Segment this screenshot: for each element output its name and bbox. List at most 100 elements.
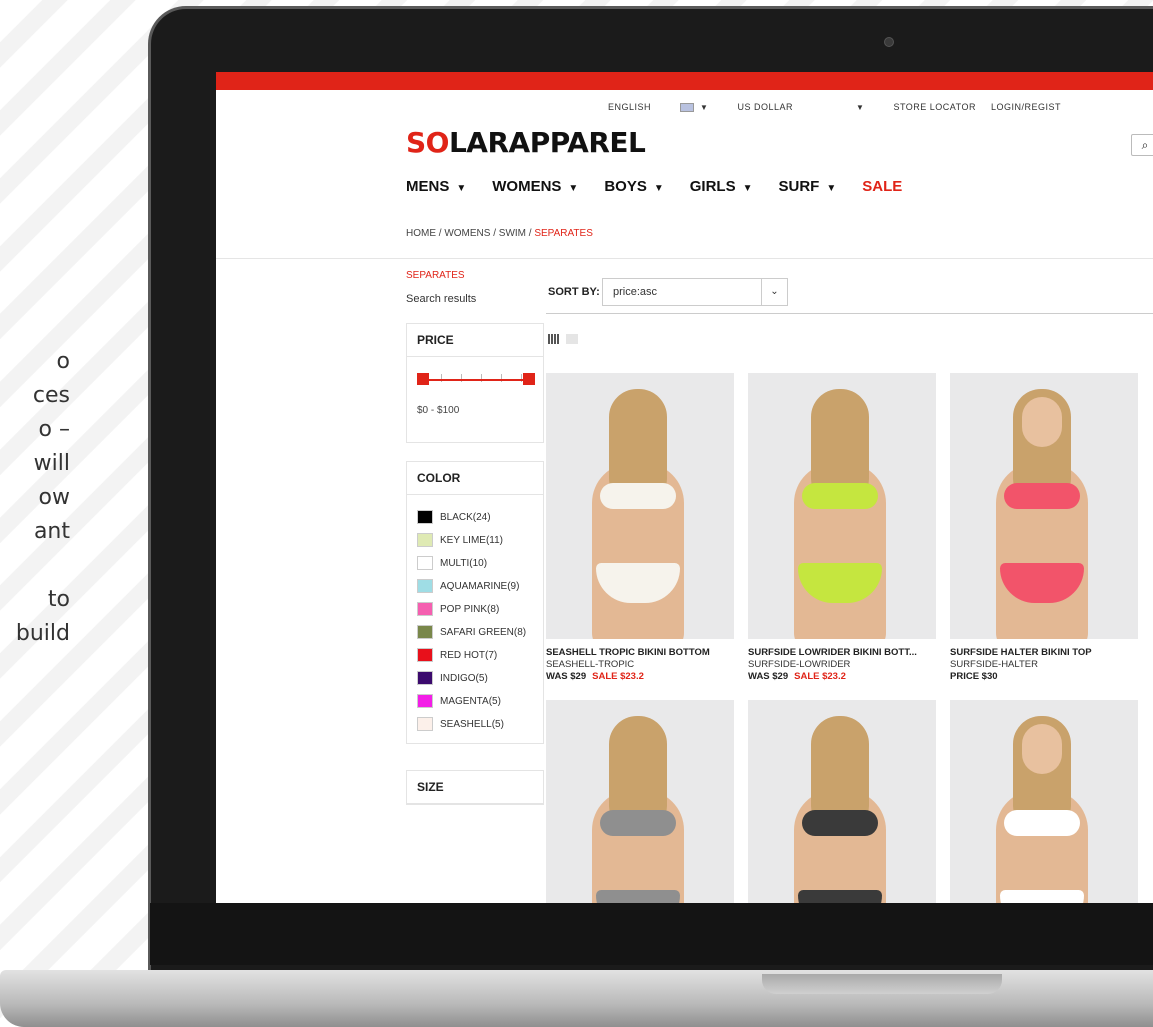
product-image[interactable] bbox=[546, 373, 734, 639]
swimsuit-top bbox=[600, 483, 676, 509]
utility-bar: ENGLISH ▼ US DOLLAR ▼ STORE LOCATOR LOGI… bbox=[608, 102, 1087, 113]
color-option[interactable]: RED HOT(7) bbox=[417, 645, 533, 665]
price-slider[interactable] bbox=[417, 365, 535, 399]
color-label: INDIGO(5) bbox=[440, 672, 488, 684]
price-regular: WAS $29 bbox=[546, 671, 587, 682]
color-facet-title[interactable]: COLOR bbox=[407, 462, 543, 495]
nav-label: MENS bbox=[406, 178, 450, 195]
color-option[interactable]: MAGENTA(5) bbox=[417, 691, 533, 711]
login-link[interactable]: LOGIN/REGIST bbox=[991, 102, 1061, 112]
logo-text: LARAPPAREL bbox=[448, 126, 646, 159]
color-option[interactable]: KEY LIME(11) bbox=[417, 530, 533, 550]
swimsuit-bottom bbox=[798, 890, 882, 903]
nav-boys[interactable]: BOYS ▼ bbox=[604, 178, 663, 195]
product-card[interactable]: SEASHELL TROPIC BIKINI BOTTOM SEASHELL-TR… bbox=[546, 373, 734, 682]
store-locator-link[interactable]: STORE LOCATOR bbox=[893, 102, 976, 112]
size-facet-title[interactable]: SIZE bbox=[407, 771, 543, 804]
color-swatch bbox=[417, 717, 433, 731]
currency-caret[interactable]: ▼ bbox=[856, 102, 864, 112]
breadcrumb-current: SEPARATES bbox=[534, 228, 593, 239]
side-text-line: ant bbox=[33, 519, 70, 544]
list-view-icon[interactable] bbox=[566, 334, 578, 344]
product-price: PRICE $30 bbox=[950, 671, 1138, 682]
product-card[interactable] bbox=[546, 700, 734, 903]
price-facet: PRICE $0 - $100 bbox=[406, 323, 544, 443]
caret-down-icon: ▼ bbox=[856, 103, 865, 112]
flag-select[interactable]: ▼ bbox=[680, 102, 708, 113]
product-card[interactable] bbox=[748, 700, 936, 903]
side-text-line: o – bbox=[38, 417, 70, 442]
swimsuit-top bbox=[802, 810, 878, 836]
product-image[interactable] bbox=[950, 700, 1138, 903]
product-name[interactable]: SURFSIDE LOWRIDER BIKINI BOTT... bbox=[748, 647, 936, 658]
nav-mens[interactable]: MENS ▼ bbox=[406, 178, 466, 195]
color-option[interactable]: SEASHELL(5) bbox=[417, 714, 533, 734]
caret-down-icon: ▼ bbox=[742, 183, 753, 194]
product-image[interactable] bbox=[748, 700, 936, 903]
brand-logo[interactable]: SOLARAPPAREL bbox=[406, 126, 646, 159]
model-silhouette bbox=[1022, 724, 1062, 774]
category-link[interactable]: SEPARATES bbox=[406, 270, 544, 281]
color-swatch bbox=[417, 556, 433, 570]
product-card[interactable]: SURFSIDE LOWRIDER BIKINI BOTT... SURFSIDE… bbox=[748, 373, 936, 682]
filter-sidebar: SEPARATES Search results PRICE $0 - $100… bbox=[406, 270, 544, 805]
sort-select[interactable]: price:asc ⌄ bbox=[602, 278, 788, 306]
sort-value: price:asc bbox=[613, 286, 658, 298]
search-icon: ⌕ bbox=[1141, 137, 1149, 152]
color-swatch bbox=[417, 671, 433, 685]
search-button[interactable]: ⌕ bbox=[1131, 134, 1153, 156]
swimsuit-top bbox=[600, 810, 676, 836]
view-toggle bbox=[548, 334, 584, 347]
price-sale: SALE $23.2 bbox=[592, 671, 644, 682]
nav-surf[interactable]: SURF ▼ bbox=[779, 178, 837, 195]
color-option[interactable]: INDIGO(5) bbox=[417, 668, 533, 688]
color-option[interactable]: POP PINK(8) bbox=[417, 599, 533, 619]
product-price: WAS $29 SALE $23.2 bbox=[748, 671, 936, 682]
color-option[interactable]: AQUAMARINE(9) bbox=[417, 576, 533, 596]
product-name[interactable]: SURFSIDE HALTER BIKINI TOP bbox=[950, 647, 1138, 658]
size-facet: SIZE bbox=[406, 770, 544, 805]
product-image[interactable] bbox=[950, 373, 1138, 639]
header-divider bbox=[216, 258, 1153, 259]
language-select[interactable]: ENGLISH bbox=[608, 102, 651, 112]
nav-sale[interactable]: SALE bbox=[862, 178, 902, 195]
breadcrumb-path[interactable]: HOME / WOMENS / SWIM / bbox=[406, 228, 534, 239]
grid-view-icon[interactable] bbox=[548, 334, 560, 344]
color-option[interactable]: MULTI(10) bbox=[417, 553, 533, 573]
color-swatch bbox=[417, 625, 433, 639]
nav-womens[interactable]: WOMENS ▼ bbox=[492, 178, 578, 195]
currency-select[interactable]: US DOLLAR bbox=[737, 102, 793, 112]
color-label: MAGENTA(5) bbox=[440, 695, 501, 707]
nav-label: BOYS bbox=[604, 178, 647, 195]
side-text-gap bbox=[0, 549, 70, 583]
color-swatch bbox=[417, 510, 433, 524]
nav-label: SURF bbox=[778, 178, 820, 195]
swimsuit-top bbox=[802, 483, 878, 509]
model-silhouette bbox=[1022, 397, 1062, 447]
product-image[interactable] bbox=[748, 373, 936, 639]
product-sku: SURFSIDE-HALTER bbox=[950, 659, 1038, 670]
product-card[interactable]: SURFSIDE HALTER BIKINI TOP SURFSIDE-HALTE… bbox=[950, 373, 1138, 682]
color-label: MULTI(10) bbox=[440, 557, 488, 569]
price-regular: PRICE $30 bbox=[950, 671, 998, 682]
nav-girls[interactable]: GIRLS ▼ bbox=[690, 178, 753, 195]
product-card[interactable] bbox=[950, 700, 1138, 903]
slider-track bbox=[421, 379, 529, 381]
product-sku: SURFSIDE-LOWRIDER bbox=[748, 659, 851, 670]
caret-down-icon: ▼ bbox=[826, 183, 837, 194]
color-label: KEY LIME(11) bbox=[440, 534, 503, 546]
webcam-icon bbox=[884, 37, 894, 47]
side-text-line: build bbox=[15, 621, 70, 646]
color-option[interactable]: SAFARI GREEN(8) bbox=[417, 622, 533, 642]
side-text-line: will bbox=[33, 451, 70, 476]
slider-handle-max[interactable] bbox=[523, 373, 535, 385]
product-name[interactable]: SEASHELL TROPIC BIKINI BOTTOM bbox=[546, 647, 734, 658]
color-swatch bbox=[417, 579, 433, 593]
product-image[interactable] bbox=[546, 700, 734, 903]
color-option[interactable]: BLACK(24) bbox=[417, 507, 533, 527]
price-facet-title[interactable]: PRICE bbox=[407, 324, 543, 357]
chevron-down-icon: ⌄ bbox=[761, 279, 787, 305]
color-swatch bbox=[417, 602, 433, 616]
slider-handle-min[interactable] bbox=[417, 373, 429, 385]
color-label: BLACK(24) bbox=[440, 511, 491, 523]
